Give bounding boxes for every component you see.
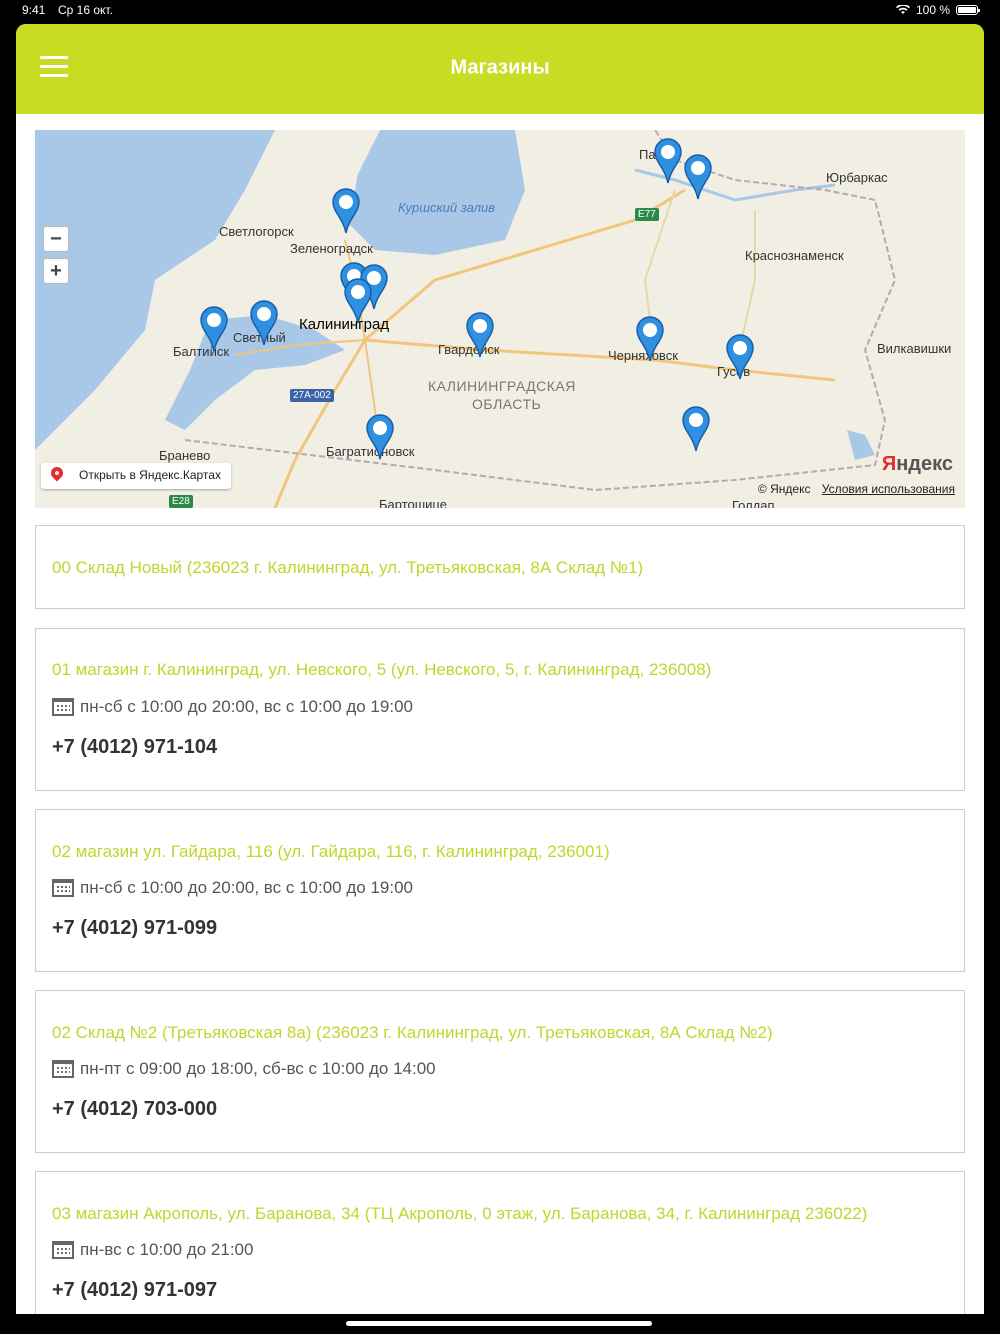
status-date: Ср 16 окт. — [58, 3, 113, 17]
store-hours: пн-сб с 10:00 до 20:00, вс с 10:00 до 19… — [52, 697, 413, 717]
open-in-yandex-maps-label: Открыть в Яндекс.Картах — [79, 468, 221, 482]
store-card[interactable]: 02 магазин ул. Гайдара, 116 (ул. Гайдара… — [35, 809, 965, 972]
wifi-icon — [895, 5, 910, 14]
map-label-branevo: Бранево — [159, 448, 211, 463]
status-right: 100 % — [895, 3, 980, 17]
zoom-in-button[interactable]: + — [43, 258, 69, 284]
store-card[interactable]: 00 Склад Новый (236023 г. Калининград, у… — [35, 525, 965, 609]
store-name[interactable]: 01 магазин г. Калининград, ул. Невского,… — [52, 660, 711, 680]
navbar: Магазины — [16, 24, 984, 114]
map-marker-icon[interactable] — [725, 334, 755, 380]
page-title: Магазины — [450, 56, 550, 79]
map-pin-icon — [48, 464, 66, 482]
map-marker-icon[interactable] — [365, 414, 395, 460]
store-name[interactable]: 02 магазин ул. Гайдара, 116 (ул. Гайдара… — [52, 842, 610, 862]
road-sign-e77: E77 — [635, 208, 659, 221]
calendar-icon — [52, 698, 74, 716]
status-time: 9:41 — [22, 3, 46, 17]
map-marker-icon[interactable] — [343, 278, 373, 324]
map-label-krasnoznamensk: Краснознаменск — [745, 248, 844, 263]
store-phone[interactable]: +7 (4012) 971-104 — [52, 736, 217, 759]
calendar-icon — [52, 1060, 74, 1078]
map-label-jurbarkas: Юрбаркас — [826, 170, 888, 185]
app-window: Магазины − + Куршский залив Светлогорск … — [16, 24, 984, 1314]
map-marker-icon[interactable] — [199, 306, 229, 352]
store-name[interactable]: 03 магазин Акрополь, ул. Баранова, 34 (Т… — [52, 1204, 867, 1224]
store-hours: пн-сб с 10:00 до 20:00, вс с 10:00 до 19… — [52, 878, 413, 898]
map-label-region-1: КАЛИНИНГРАДСКАЯ — [428, 378, 576, 394]
store-card[interactable]: 02 Склад №2 (Третьяковская 8а) (236023 г… — [35, 990, 965, 1153]
store-hours-text: пн-сб с 10:00 до 20:00, вс с 10:00 до 19… — [80, 878, 413, 897]
store-phone[interactable]: +7 (4012) 971-099 — [52, 917, 217, 940]
calendar-icon — [52, 879, 74, 897]
map-marker-icon[interactable] — [653, 138, 683, 184]
map-label-kurshsky: Куршский залив — [398, 200, 496, 215]
map-label-region-2: ОБЛАСТЬ — [472, 396, 542, 412]
copyright-text: © Яндекс — [757, 482, 811, 496]
map-marker-icon[interactable] — [465, 312, 495, 358]
open-in-yandex-maps-button[interactable]: Открыть в Яндекс.Картах — [41, 463, 231, 489]
store-hours-text: пн-сб с 10:00 до 20:00, вс с 10:00 до 19… — [80, 697, 413, 716]
map-marker-icon[interactable] — [249, 300, 279, 346]
map-label-bartoszyce: Бартошице — [379, 497, 447, 508]
store-phone[interactable]: +7 (4012) 971-097 — [52, 1279, 217, 1302]
store-card[interactable]: 03 магазин Акрополь, ул. Баранова, 34 (Т… — [35, 1171, 965, 1314]
battery-icon — [956, 5, 980, 15]
store-name[interactable]: 02 Склад №2 (Третьяковская 8а) (236023 г… — [52, 1023, 773, 1043]
calendar-icon — [52, 1241, 74, 1259]
zoom-out-button[interactable]: − — [43, 226, 69, 252]
battery-percent: 100 % — [915, 3, 950, 17]
store-hours-text: пн-пт с 09:00 до 18:00, сб-вс с 10:00 до… — [80, 1059, 436, 1078]
terms-of-use-link[interactable]: Условия использования — [822, 482, 955, 496]
map-label-goldap: Голдап — [732, 498, 775, 508]
store-hours: пн-пт с 09:00 до 18:00, сб-вс с 10:00 до… — [52, 1059, 436, 1079]
store-hours-text: пн-вс с 10:00 до 21:00 — [80, 1240, 254, 1259]
map-marker-icon[interactable] — [331, 188, 361, 234]
home-indicator[interactable] — [346, 1321, 652, 1326]
map-view[interactable]: − + Куршский залив Светлогорск Зеленогра… — [35, 130, 965, 508]
map-marker-icon[interactable] — [683, 154, 713, 200]
road-sign-27a: 27A-002 — [290, 389, 334, 402]
road-sign-e28: E28 — [169, 495, 193, 508]
store-hours: пн-вс с 10:00 до 21:00 — [52, 1240, 253, 1260]
map-label-svetlogorsk: Светлогорск — [219, 224, 294, 239]
map-label-vilkaviskis: Вилкавишки — [877, 341, 952, 356]
map-marker-icon[interactable] — [635, 316, 665, 362]
status-bar: 9:41 Ср 16 окт. 100 % — [0, 0, 1000, 22]
store-name[interactable]: 00 Склад Новый (236023 г. Калининград, у… — [52, 558, 643, 578]
map-label-zelenogradsk: Зеленоградск — [290, 241, 373, 256]
store-phone[interactable]: +7 (4012) 703-000 — [52, 1098, 217, 1121]
store-card[interactable]: 01 магазин г. Калининград, ул. Невского,… — [35, 628, 965, 791]
yandex-logo: Яндекс — [881, 453, 953, 475]
map-copyright: © Яндекс Условия использования — [758, 482, 955, 496]
map-marker-icon[interactable] — [681, 406, 711, 452]
